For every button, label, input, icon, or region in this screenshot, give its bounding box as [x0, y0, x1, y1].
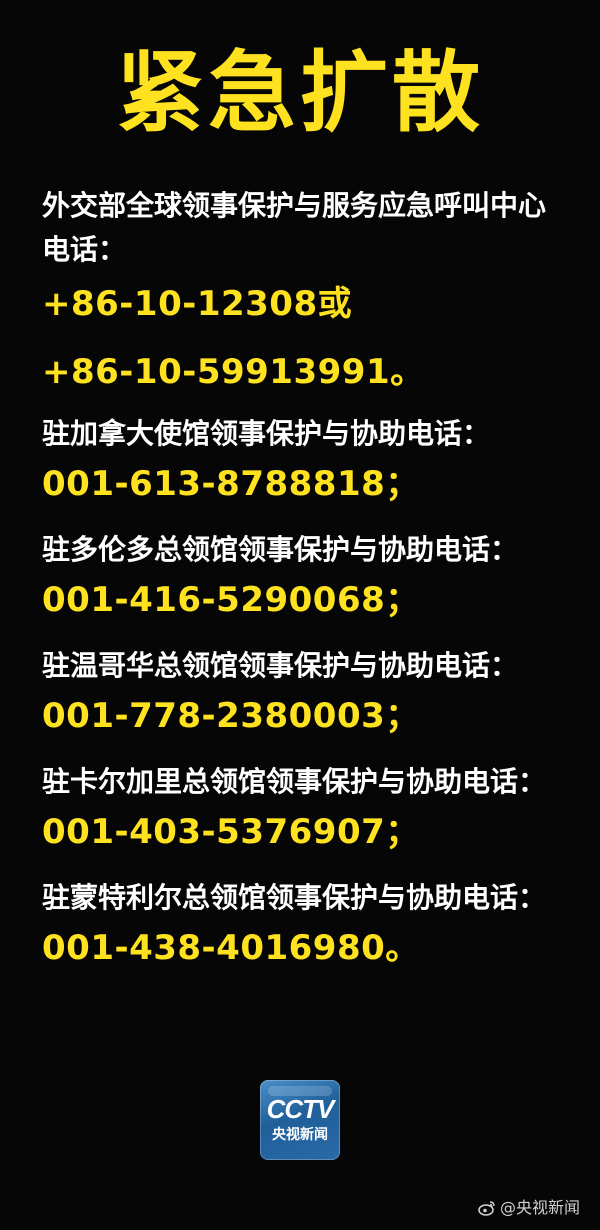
intro-label-line2: 电话：: [42, 233, 127, 266]
contact-label: 驻温哥华总领馆领事保护与协助电话：: [42, 649, 519, 682]
intro-block: 外交部全球领事保护与服务应急呼叫中心 电话： +86-10-12308或 +86…: [42, 180, 572, 404]
contact-list: 外交部全球领事保护与服务应急呼叫中心 电话： +86-10-12308或 +86…: [42, 180, 572, 978]
intro-phone-line2[interactable]: +86-10-59913991。: [42, 340, 572, 404]
contact-item: 驻蒙特利尔总领馆领事保护与协助电话： 001-438-4016980。: [42, 878, 572, 978]
contact-label: 驻加拿大使馆领事保护与协助电话：: [42, 417, 491, 450]
contact-phone[interactable]: 001-613-8788818；: [42, 454, 572, 514]
contact-label: 驻卡尔加里总领馆领事保护与协助电话：: [42, 765, 547, 798]
contact-phone[interactable]: 001-403-5376907；: [42, 802, 572, 862]
page-title: 紧急扩散: [115, 41, 484, 144]
logo-text: 央视新闻: [272, 1127, 328, 1143]
intro-label-line1: 外交部全球领事保护与服务应急呼叫中心: [42, 189, 547, 222]
watermark-text: @央视新闻: [499, 1198, 580, 1217]
weibo-icon: [478, 1200, 496, 1216]
contact-phone[interactable]: 001-778-2380003；: [42, 686, 572, 746]
contact-item: 驻多伦多总领馆领事保护与协助电话： 001-416-5290068；: [42, 530, 572, 630]
cctv-news-logo: CCTV 央视新闻: [260, 1080, 340, 1160]
logo-mark: CCTV: [266, 1094, 335, 1124]
contact-item: 驻温哥华总领馆领事保护与协助电话： 001-778-2380003；: [42, 646, 572, 746]
contact-label: 驻蒙特利尔总领馆领事保护与协助电话：: [42, 881, 547, 914]
contact-item: 驻加拿大使馆领事保护与协助电话： 001-613-8788818；: [42, 414, 572, 514]
watermark: @央视新闻: [478, 1198, 580, 1218]
contact-item: 驻卡尔加里总领馆领事保护与协助电话： 001-403-5376907；: [42, 762, 572, 862]
contact-phone[interactable]: 001-438-4016980。: [42, 918, 572, 978]
page: 紧急扩散 外交部全球领事保护与服务应急呼叫中心 电话： +86-10-12308…: [0, 0, 600, 1230]
contact-phone[interactable]: 001-416-5290068；: [42, 570, 572, 630]
contact-label: 驻多伦多总领馆领事保护与协助电话：: [42, 533, 519, 566]
intro-phone-line1[interactable]: +86-10-12308或: [42, 268, 572, 340]
